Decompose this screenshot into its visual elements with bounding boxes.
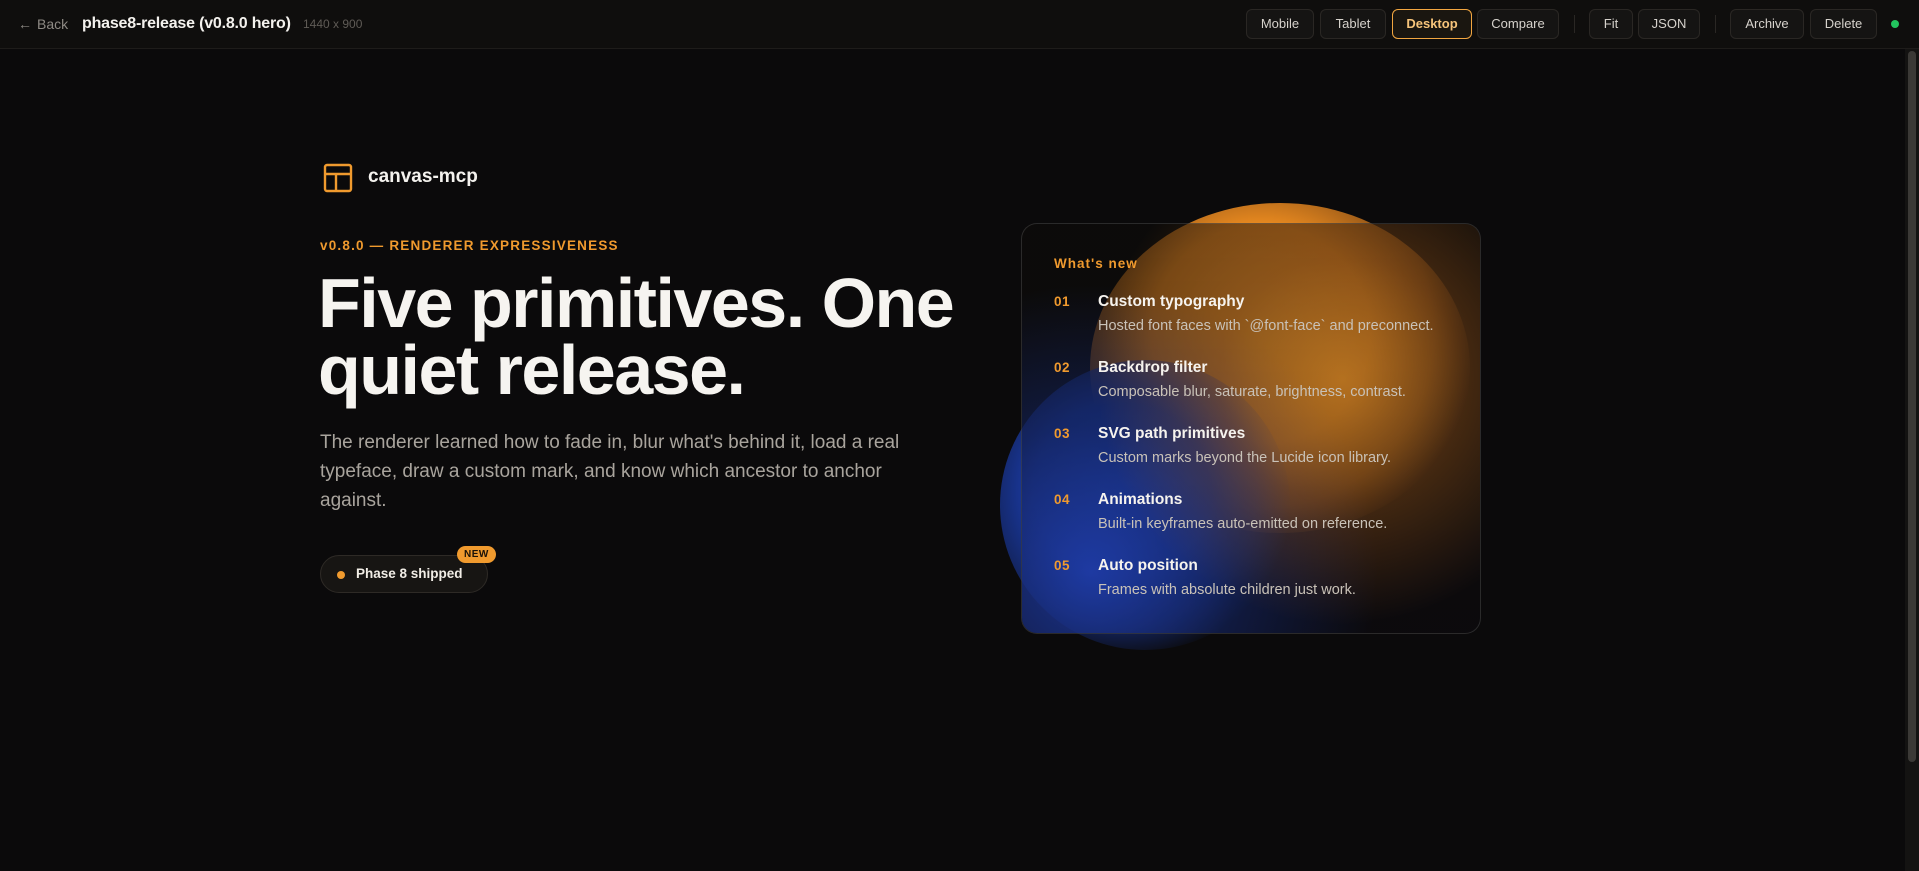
feature-item: 01 Custom typography Hosted font faces w… <box>1054 293 1474 344</box>
desktop-view-button[interactable]: Desktop <box>1392 9 1472 39</box>
feature-number: 04 <box>1054 492 1071 507</box>
feature-description: Frames with absolute children just work. <box>1098 582 1356 598</box>
back-label: Back <box>37 16 69 32</box>
json-button[interactable]: JSON <box>1638 9 1700 39</box>
fit-button[interactable]: Fit <box>1589 9 1633 39</box>
feature-title: Custom typography <box>1098 293 1245 310</box>
feature-item: 04 Animations Built-in keyframes auto-em… <box>1054 491 1474 542</box>
toolbar-divider <box>1715 15 1716 33</box>
new-badge: NEW <box>457 546 496 563</box>
arrow-left-icon: ← <box>18 16 32 32</box>
card-title: What's new <box>1054 256 1138 271</box>
feature-number: 05 <box>1054 558 1071 573</box>
document-title: phase8-release (v0.8.0 hero) <box>82 15 291 32</box>
hero-headline: Five primitives. One quiet release. <box>318 264 958 409</box>
brand-name: canvas-mcp <box>368 166 478 187</box>
feature-title: Backdrop filter <box>1098 359 1208 376</box>
pill-dot-icon <box>337 571 345 579</box>
feature-description: Built-in keyframes auto-emitted on refer… <box>1098 516 1388 532</box>
top-toolbar: ← Back phase8-release (v0.8.0 hero) 1440… <box>0 0 1919 49</box>
layout-icon <box>323 163 353 193</box>
delete-button[interactable]: Delete <box>1810 9 1877 39</box>
phase-shipped-pill[interactable]: Phase 8 shipped NEW <box>320 546 496 593</box>
feature-number: 01 <box>1054 294 1071 309</box>
whats-new-card: What's new 01 Custom typography Hosted f… <box>1021 223 1481 634</box>
scrollbar-thumb[interactable] <box>1908 51 1916 762</box>
archive-button[interactable]: Archive <box>1730 9 1804 39</box>
feature-number: 02 <box>1054 360 1071 375</box>
hero-subtext: The renderer learned how to fade in, blu… <box>320 432 900 511</box>
feature-item: 03 SVG path primitives Custom marks beyo… <box>1054 425 1474 476</box>
feature-title: Auto position <box>1098 557 1198 574</box>
feature-title: Animations <box>1098 491 1183 508</box>
toolbar-divider <box>1574 15 1575 33</box>
feature-number: 03 <box>1054 426 1071 441</box>
feature-title: SVG path primitives <box>1098 425 1246 442</box>
feature-description: Custom marks beyond the Lucide icon libr… <box>1098 450 1392 466</box>
feature-item: 02 Backdrop filter Composable blur, satu… <box>1054 359 1474 410</box>
feature-description: Hosted font faces with `@font-face` and … <box>1098 318 1434 334</box>
tablet-view-button[interactable]: Tablet <box>1320 9 1386 39</box>
feature-item: 05 Auto position Frames with absolute ch… <box>1054 557 1474 608</box>
headline-line: quiet release. <box>318 331 746 409</box>
pill-label: Phase 8 shipped <box>356 566 463 581</box>
mobile-view-button[interactable]: Mobile <box>1246 9 1314 39</box>
compare-view-button[interactable]: Compare <box>1477 9 1559 39</box>
release-eyebrow: v0.8.0 — RENDERER EXPRESSIVENESS <box>320 238 619 253</box>
headline-line: Five primitives. One <box>318 264 955 342</box>
brand: canvas-mcp <box>323 163 478 193</box>
status-indicator <box>1891 20 1899 28</box>
back-button[interactable]: ← Back <box>18 14 68 34</box>
feature-description: Composable blur, saturate, brightness, c… <box>1098 384 1406 400</box>
canvas-size-label: 1440 x 900 <box>303 17 363 31</box>
